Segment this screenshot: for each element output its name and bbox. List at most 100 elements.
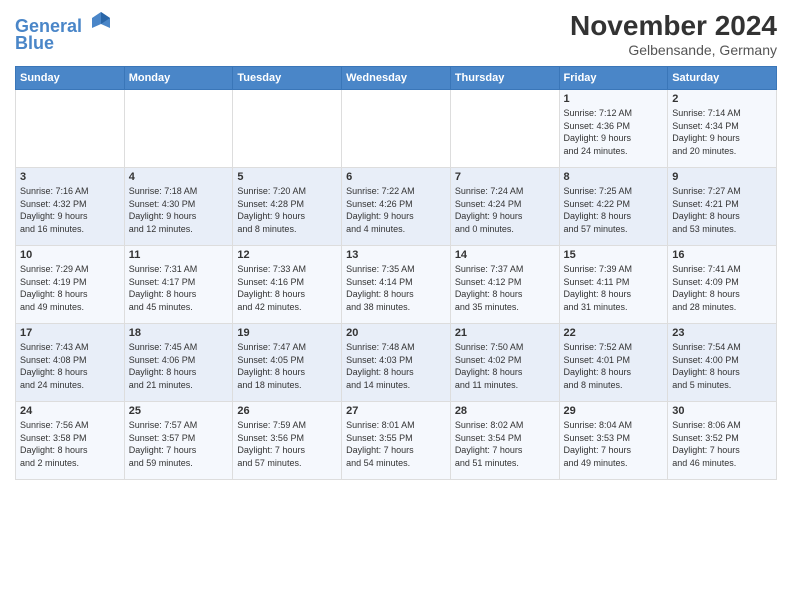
day-cell: 24 Sunrise: 7:56 AM Sunset: 3:58 PM Dayli…	[16, 402, 125, 480]
day-cell: 7 Sunrise: 7:24 AM Sunset: 4:24 PM Daylig…	[450, 168, 559, 246]
day-info: Sunrise: 7:48 AM Sunset: 4:03 PM Dayligh…	[346, 341, 446, 391]
day-cell	[342, 90, 451, 168]
day-cell	[233, 90, 342, 168]
day-info: Sunrise: 7:45 AM Sunset: 4:06 PM Dayligh…	[129, 341, 229, 391]
day-info: Sunrise: 7:56 AM Sunset: 3:58 PM Dayligh…	[20, 419, 120, 469]
day-number: 17	[20, 327, 120, 339]
day-cell: 16 Sunrise: 7:41 AM Sunset: 4:09 PM Dayli…	[668, 246, 777, 324]
title-block: November 2024 Gelbensande, Germany	[570, 10, 777, 58]
location: Gelbensande, Germany	[570, 42, 777, 58]
day-info: Sunrise: 8:01 AM Sunset: 3:55 PM Dayligh…	[346, 419, 446, 469]
day-number: 21	[455, 327, 555, 339]
day-info: Sunrise: 7:33 AM Sunset: 4:16 PM Dayligh…	[237, 263, 337, 313]
day-cell: 27 Sunrise: 8:01 AM Sunset: 3:55 PM Dayli…	[342, 402, 451, 480]
day-number: 27	[346, 405, 446, 417]
week-row-4: 17 Sunrise: 7:43 AM Sunset: 4:08 PM Dayli…	[16, 324, 777, 402]
day-cell	[450, 90, 559, 168]
day-info: Sunrise: 7:59 AM Sunset: 3:56 PM Dayligh…	[237, 419, 337, 469]
day-cell: 15Sunrise: 7:39 AM Sunset: 4:11 PM Dayli…	[559, 246, 668, 324]
day-number: 30	[672, 405, 772, 417]
day-info: Sunrise: 7:43 AM Sunset: 4:08 PM Dayligh…	[20, 341, 120, 391]
day-info: Sunrise: 7:39 AM Sunset: 4:11 PM Dayligh…	[564, 263, 664, 313]
week-row-3: 10 Sunrise: 7:29 AM Sunset: 4:19 PM Dayli…	[16, 246, 777, 324]
day-number: 4	[129, 171, 229, 183]
logo: General Blue	[15, 10, 112, 54]
calendar-table: SundayMondayTuesdayWednesdayThursdayFrid…	[15, 66, 777, 480]
day-number: 6	[346, 171, 446, 183]
day-number: 5	[237, 171, 337, 183]
day-info: Sunrise: 7:14 AM Sunset: 4:34 PM Dayligh…	[672, 107, 772, 157]
weekday-header-sunday: Sunday	[16, 67, 125, 90]
day-info: Sunrise: 7:25 AM Sunset: 4:22 PM Dayligh…	[564, 185, 664, 235]
day-cell: 6Sunrise: 7:22 AM Sunset: 4:26 PM Daylig…	[342, 168, 451, 246]
day-info: Sunrise: 7:31 AM Sunset: 4:17 PM Dayligh…	[129, 263, 229, 313]
day-cell: 5 Sunrise: 7:20 AM Sunset: 4:28 PM Daylig…	[233, 168, 342, 246]
day-cell: 30Sunrise: 8:06 AM Sunset: 3:52 PM Dayli…	[668, 402, 777, 480]
day-number: 24	[20, 405, 120, 417]
day-info: Sunrise: 7:29 AM Sunset: 4:19 PM Dayligh…	[20, 263, 120, 313]
logo-icon	[90, 10, 112, 32]
day-number: 19	[237, 327, 337, 339]
day-cell: 4Sunrise: 7:18 AM Sunset: 4:30 PM Daylig…	[124, 168, 233, 246]
day-cell: 9 Sunrise: 7:27 AM Sunset: 4:21 PM Daylig…	[668, 168, 777, 246]
day-cell: 20 Sunrise: 7:48 AM Sunset: 4:03 PM Dayli…	[342, 324, 451, 402]
day-info: Sunrise: 7:20 AM Sunset: 4:28 PM Dayligh…	[237, 185, 337, 235]
weekday-header-row: SundayMondayTuesdayWednesdayThursdayFrid…	[16, 67, 777, 90]
day-info: Sunrise: 7:16 AM Sunset: 4:32 PM Dayligh…	[20, 185, 120, 235]
weekday-header-thursday: Thursday	[450, 67, 559, 90]
day-cell: 18Sunrise: 7:45 AM Sunset: 4:06 PM Dayli…	[124, 324, 233, 402]
day-info: Sunrise: 7:24 AM Sunset: 4:24 PM Dayligh…	[455, 185, 555, 235]
day-cell: 17 Sunrise: 7:43 AM Sunset: 4:08 PM Dayli…	[16, 324, 125, 402]
day-cell: 13 Sunrise: 7:35 AM Sunset: 4:14 PM Dayli…	[342, 246, 451, 324]
day-cell: 21 Sunrise: 7:50 AM Sunset: 4:02 PM Dayli…	[450, 324, 559, 402]
day-info: Sunrise: 7:47 AM Sunset: 4:05 PM Dayligh…	[237, 341, 337, 391]
day-cell: 12 Sunrise: 7:33 AM Sunset: 4:16 PM Dayli…	[233, 246, 342, 324]
day-cell: 28 Sunrise: 8:02 AM Sunset: 3:54 PM Dayli…	[450, 402, 559, 480]
day-cell: 26 Sunrise: 7:59 AM Sunset: 3:56 PM Dayli…	[233, 402, 342, 480]
day-cell: 19 Sunrise: 7:47 AM Sunset: 4:05 PM Dayli…	[233, 324, 342, 402]
day-cell: 8Sunrise: 7:25 AM Sunset: 4:22 PM Daylig…	[559, 168, 668, 246]
day-number: 10	[20, 249, 120, 261]
day-info: Sunrise: 7:50 AM Sunset: 4:02 PM Dayligh…	[455, 341, 555, 391]
day-cell: 2 Sunrise: 7:14 AM Sunset: 4:34 PM Daylig…	[668, 90, 777, 168]
day-number: 26	[237, 405, 337, 417]
day-info: Sunrise: 7:12 AM Sunset: 4:36 PM Dayligh…	[564, 107, 664, 157]
day-info: Sunrise: 7:35 AM Sunset: 4:14 PM Dayligh…	[346, 263, 446, 313]
weekday-header-monday: Monday	[124, 67, 233, 90]
day-number: 29	[564, 405, 664, 417]
day-cell	[124, 90, 233, 168]
day-info: Sunrise: 7:57 AM Sunset: 3:57 PM Dayligh…	[129, 419, 229, 469]
day-info: Sunrise: 7:37 AM Sunset: 4:12 PM Dayligh…	[455, 263, 555, 313]
day-number: 28	[455, 405, 555, 417]
day-number: 11	[129, 249, 229, 261]
day-number: 9	[672, 171, 772, 183]
day-cell: 29 Sunrise: 8:04 AM Sunset: 3:53 PM Dayli…	[559, 402, 668, 480]
day-number: 13	[346, 249, 446, 261]
weekday-header-tuesday: Tuesday	[233, 67, 342, 90]
day-info: Sunrise: 8:02 AM Sunset: 3:54 PM Dayligh…	[455, 419, 555, 469]
day-number: 20	[346, 327, 446, 339]
day-number: 22	[564, 327, 664, 339]
day-cell: 25 Sunrise: 7:57 AM Sunset: 3:57 PM Dayli…	[124, 402, 233, 480]
week-row-1: 1 Sunrise: 7:12 AM Sunset: 4:36 PM Daylig…	[16, 90, 777, 168]
day-info: Sunrise: 8:04 AM Sunset: 3:53 PM Dayligh…	[564, 419, 664, 469]
day-cell: 22Sunrise: 7:52 AM Sunset: 4:01 PM Dayli…	[559, 324, 668, 402]
day-number: 7	[455, 171, 555, 183]
day-number: 2	[672, 93, 772, 105]
day-number: 12	[237, 249, 337, 261]
day-cell: 10 Sunrise: 7:29 AM Sunset: 4:19 PM Dayli…	[16, 246, 125, 324]
header: General Blue November 2024 Gelbensande, …	[15, 10, 777, 58]
day-cell: 11 Sunrise: 7:31 AM Sunset: 4:17 PM Dayli…	[124, 246, 233, 324]
day-number: 16	[672, 249, 772, 261]
day-cell	[16, 90, 125, 168]
day-info: Sunrise: 7:27 AM Sunset: 4:21 PM Dayligh…	[672, 185, 772, 235]
day-number: 14	[455, 249, 555, 261]
day-info: Sunrise: 7:54 AM Sunset: 4:00 PM Dayligh…	[672, 341, 772, 391]
day-number: 1	[564, 93, 664, 105]
month-title: November 2024	[570, 10, 777, 42]
day-cell: 3Sunrise: 7:16 AM Sunset: 4:32 PM Daylig…	[16, 168, 125, 246]
day-cell: 1 Sunrise: 7:12 AM Sunset: 4:36 PM Daylig…	[559, 90, 668, 168]
day-number: 25	[129, 405, 229, 417]
day-info: Sunrise: 7:41 AM Sunset: 4:09 PM Dayligh…	[672, 263, 772, 313]
week-row-5: 24 Sunrise: 7:56 AM Sunset: 3:58 PM Dayli…	[16, 402, 777, 480]
